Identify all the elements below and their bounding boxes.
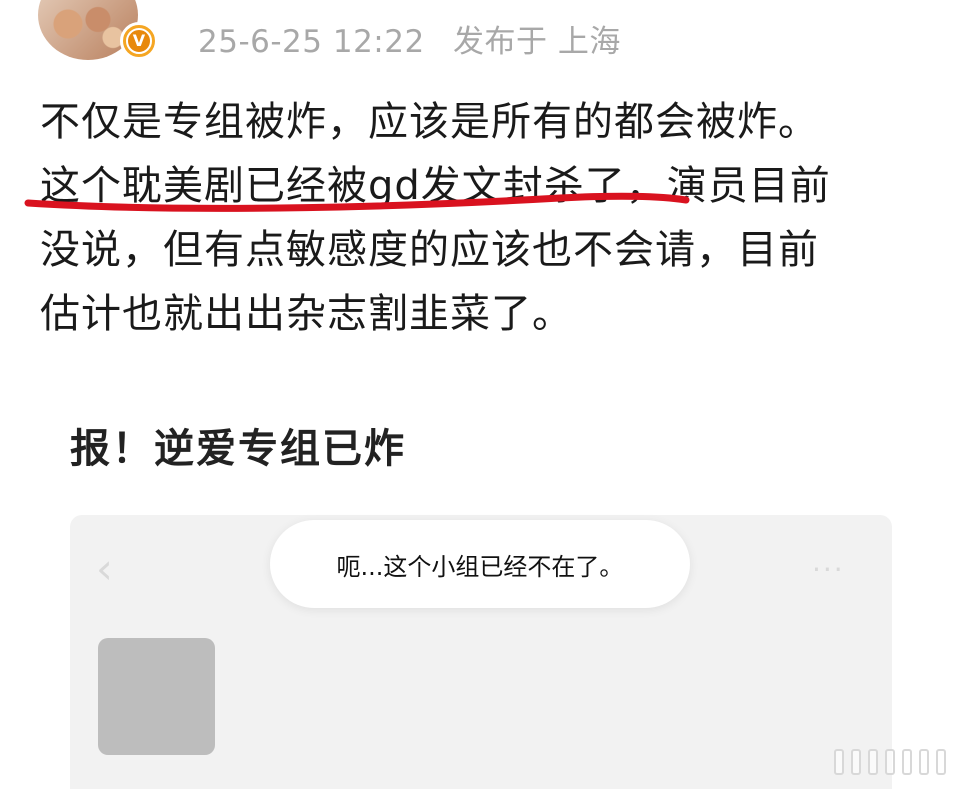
post-line: 不仅是专组被炸，应该是所有的都会被炸。 — [40, 99, 819, 145]
toast-text: 呃...这个小组已经不在了。 — [336, 552, 624, 581]
post-line: 没说，但有点敏感度的应该也不会请，目前 — [40, 227, 819, 273]
watermark-icon — [834, 749, 946, 775]
post-text: 不仅是专组被炸，应该是所有的都会被炸。 这个耽美剧已经被gd发文封杀了，演员目前… — [40, 90, 930, 346]
group-missing-toast: 呃...这个小组已经不在了。 — [270, 520, 690, 608]
post-meta: 25-6-25 12:22 发布于 上海 — [198, 16, 621, 61]
verified-badge-icon: V — [120, 22, 158, 60]
chevron-left-icon: ‹ — [96, 544, 113, 593]
shared-image-title: 报！逆爱专组已炸 — [70, 426, 406, 472]
post-location: 发布于 上海 — [453, 24, 621, 60]
post-timestamp: 25-6-25 12:22 — [198, 24, 425, 60]
group-avatar-placeholder — [98, 638, 215, 755]
more-dots-icon: ··· — [812, 553, 845, 586]
post-line: 估计也就出出杂志割韭菜了。 — [40, 291, 573, 337]
post-line: 这个耽美剧已经被gd发文封杀了，演员目前 — [40, 163, 831, 209]
